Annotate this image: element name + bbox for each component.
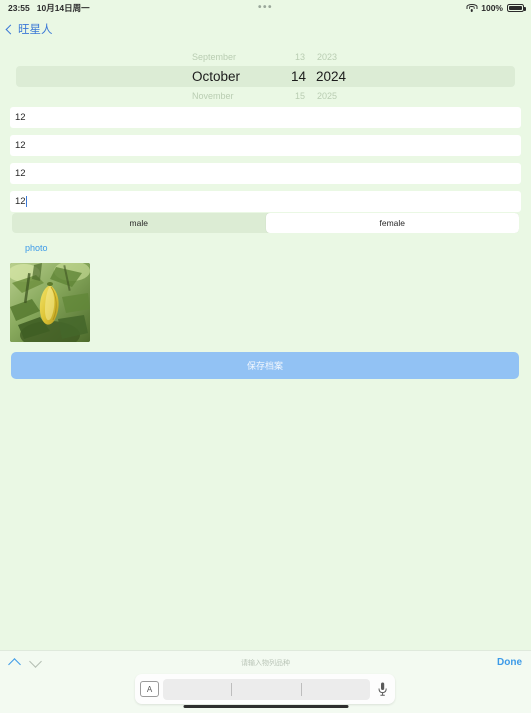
date-picker-row-next[interactable]: November 15 2025	[0, 89, 531, 103]
back-button[interactable]: 旺星人	[5, 21, 53, 37]
segment-male[interactable]: male	[12, 213, 266, 233]
save-button-label: 保存档案	[246, 361, 283, 371]
text-field-1-value: 12	[15, 112, 26, 123]
date-picker[interactable]: September 13 2023 October 14 2024 Novemb…	[0, 48, 531, 104]
picker-day-prev: 13	[294, 52, 305, 62]
text-field-2-value: 12	[15, 140, 26, 151]
date-picker-columns: September 13 2023 October 14 2024 Novemb…	[0, 48, 531, 104]
back-button-label: 旺星人	[18, 24, 53, 36]
home-indicator	[183, 704, 348, 708]
suggestion-slot-2[interactable]	[232, 683, 300, 696]
keyboard-toolbar: 请输入物列品种 Done	[0, 651, 531, 674]
suggestion-strip[interactable]	[163, 678, 370, 700]
text-cursor	[25, 196, 27, 207]
photo-label: photo	[25, 243, 48, 253]
date-picker-row-selected[interactable]: October 14 2024	[0, 66, 531, 87]
picker-year-selected: 2024	[316, 69, 347, 84]
suggestion-slot-1[interactable]	[163, 683, 231, 696]
segment-female[interactable]: female	[265, 213, 519, 233]
keyboard-hint-text: 请输入物列品种	[241, 659, 290, 667]
text-field-3[interactable]: 12	[10, 163, 521, 184]
text-field-2[interactable]: 12	[10, 135, 521, 156]
battery-full-icon	[507, 3, 526, 13]
picker-year-next: 2025	[317, 91, 338, 101]
app-screen: 23:55 10月14日周一 ••• 100% 旺星人 September 13…	[0, 0, 531, 713]
picker-year-prev: 2023	[317, 52, 338, 62]
chevron-left-icon	[5, 24, 16, 34]
photo-thumbnail[interactable]	[10, 263, 90, 342]
keyboard-layout-label: A	[146, 684, 153, 694]
date-picker-row-previous[interactable]: September 13 2023	[0, 50, 531, 64]
gender-segmented-control[interactable]: male female	[12, 213, 519, 233]
picker-month-prev: September	[192, 52, 237, 62]
done-button[interactable]: Done	[497, 657, 522, 668]
navigation-bar: 旺星人	[0, 16, 531, 42]
picker-day-next: 15	[294, 91, 305, 101]
status-bar: 23:55 10月14日周一 ••• 100%	[0, 0, 531, 16]
battery-percent-label: 100%	[481, 3, 503, 13]
minimized-keyboard[interactable]: A	[135, 674, 395, 704]
wifi-icon	[466, 3, 478, 13]
picker-month-next: November	[192, 91, 234, 101]
picker-day-selected: 14	[290, 69, 306, 84]
keyboard-accessory-area: 请输入物列品种 Done A	[0, 650, 531, 713]
suggestion-slot-3[interactable]	[302, 683, 370, 696]
keyboard-layout-icon[interactable]: A	[140, 681, 159, 697]
text-field-4-value: 12	[15, 196, 26, 207]
status-center-dots: •••	[257, 2, 273, 13]
form-fields: 12 12 12 12	[0, 107, 531, 219]
picker-month-selected: October	[192, 69, 241, 84]
starfruit-photo-image	[10, 263, 90, 342]
segment-female-label: female	[379, 218, 405, 228]
microphone-glyph	[378, 682, 387, 696]
text-field-4-focused[interactable]: 12	[10, 191, 521, 212]
save-button[interactable]: 保存档案	[11, 352, 519, 379]
text-field-1[interactable]: 12	[10, 107, 521, 128]
segment-male-label: male	[129, 218, 148, 228]
microphone-icon[interactable]	[374, 682, 390, 696]
text-field-3-value: 12	[15, 168, 26, 179]
status-bar-right: 100%	[466, 3, 526, 13]
